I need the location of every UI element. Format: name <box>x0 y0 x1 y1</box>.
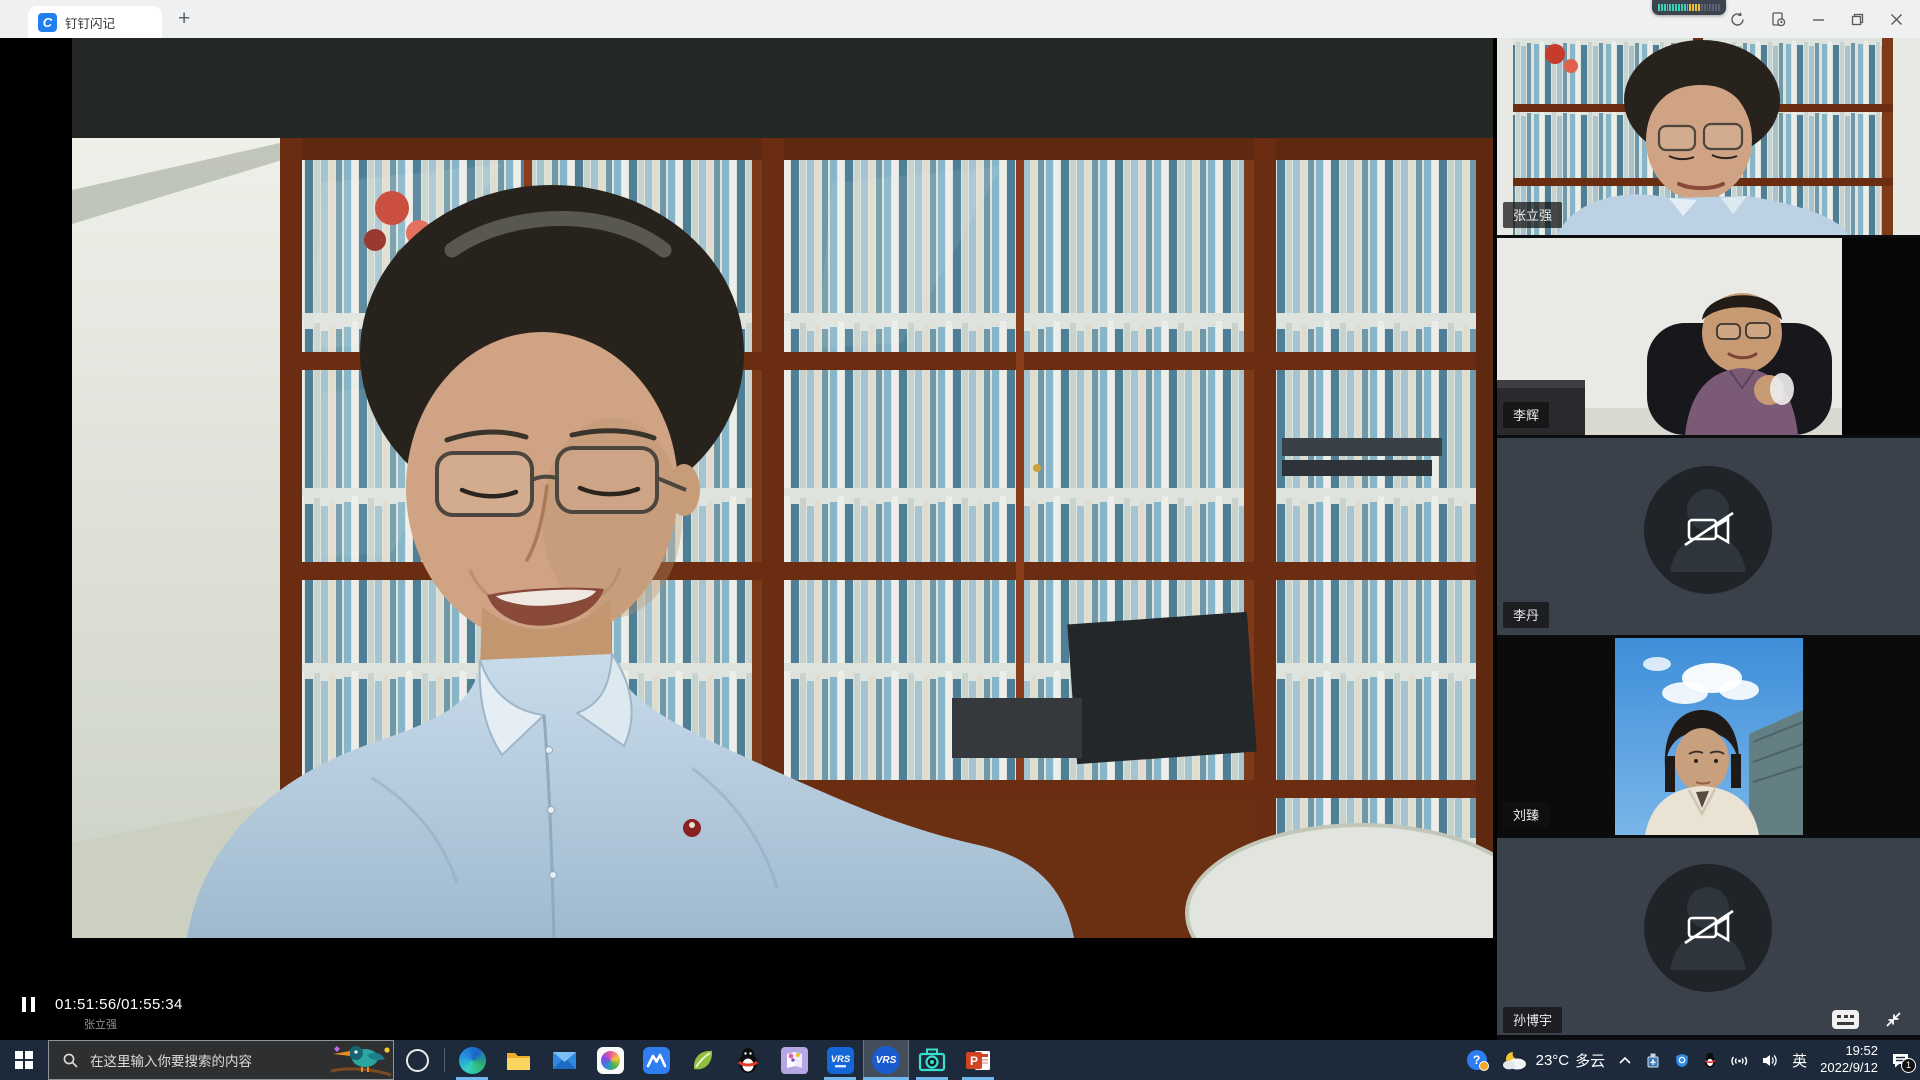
edge-icon <box>459 1047 486 1074</box>
app-gallery[interactable] <box>771 1040 817 1080</box>
signal-icon <box>1730 1053 1748 1068</box>
window-titlebar: C 钉钉闪记 + <box>0 0 1920 38</box>
leaf-icon <box>689 1047 716 1074</box>
collapse-icon[interactable] <box>1883 1009 1904 1030</box>
participant-name-label: 刘臻 <box>1503 802 1549 828</box>
windows-logo-icon <box>15 1051 33 1069</box>
mail-icon <box>551 1047 578 1074</box>
participant-name-label: 孙博宇 <box>1503 1007 1562 1033</box>
dingtalk-flashnote-icon: C <box>38 13 57 32</box>
tab-dingtalk-flashnote[interactable]: C 钉钉闪记 <box>28 6 162 38</box>
vrs-square-icon: VRS <box>827 1047 854 1074</box>
cortana-icon <box>406 1049 429 1072</box>
chevron-up-icon <box>1618 1055 1632 1065</box>
app-mail[interactable] <box>541 1040 587 1080</box>
playback-controls: 01:51:56/01:55:34 张立强 <box>22 996 183 1032</box>
search-placeholder: 在这里输入你要搜索的内容 <box>90 1050 252 1070</box>
svg-text:P: P <box>969 1054 977 1068</box>
weather-condition: 多云 <box>1575 1050 1605 1071</box>
main-video[interactable] <box>72 138 1493 938</box>
app-leaf[interactable] <box>679 1040 725 1080</box>
tray-clock[interactable]: 19:52 2022/9/12 <box>1820 1043 1878 1077</box>
pinwheel-icon <box>597 1047 624 1074</box>
participant-name-label: 李丹 <box>1503 602 1549 628</box>
folder-icon <box>505 1047 532 1074</box>
participant-tile-2[interactable]: 李辉 <box>1497 238 1920 435</box>
gallery-icon <box>781 1047 808 1074</box>
search-input[interactable]: 在这里输入你要搜索的内容 <box>48 1040 394 1080</box>
notification-badge: 1 <box>1901 1058 1916 1073</box>
taskbar-divider <box>444 1048 445 1072</box>
clock-date: 2022/9/12 <box>1820 1060 1878 1077</box>
sync-icon[interactable] <box>1729 11 1746 28</box>
vrs-circle-icon: VRS <box>872 1046 900 1074</box>
participant-sidebar: 张立强 <box>1497 38 1920 1040</box>
tab-title: 钉钉闪记 <box>65 13 115 32</box>
participant-video <box>1497 838 1920 1035</box>
capture-camera-icon <box>918 1047 946 1073</box>
app-qq[interactable] <box>725 1040 771 1080</box>
hidden-icons-chevron[interactable] <box>1618 1055 1632 1065</box>
app-pinwheel[interactable] <box>587 1040 633 1080</box>
pause-button[interactable] <box>22 997 35 1012</box>
participant-tile-4[interactable]: 刘臻 <box>1497 638 1920 835</box>
qq-mini-icon <box>1703 1052 1717 1068</box>
ime-indicator[interactable]: 英 <box>1792 1050 1807 1071</box>
qq-icon <box>735 1047 761 1074</box>
maximize-button[interactable] <box>1850 12 1865 27</box>
start-button[interactable] <box>0 1040 48 1080</box>
usb-icon <box>1645 1052 1661 1069</box>
tray-qq[interactable] <box>1703 1052 1717 1068</box>
new-tab-button[interactable]: + <box>178 6 190 32</box>
participant-video <box>1497 438 1920 635</box>
screen: C 钉钉闪记 + <box>0 0 1920 1080</box>
app-powerpoint[interactable]: P <box>955 1040 1001 1080</box>
shield-icon <box>1674 1052 1690 1069</box>
cortana-button[interactable] <box>394 1040 440 1080</box>
taskbar: 在这里输入你要搜索的内容 <box>0 1040 1920 1080</box>
mountain-icon <box>643 1047 670 1074</box>
caption-icon[interactable] <box>1832 1010 1859 1029</box>
app-file-explorer[interactable] <box>495 1040 541 1080</box>
participant-video <box>1497 238 1920 435</box>
participant-tile-5[interactable]: 孙博宇 <box>1497 838 1920 1035</box>
app-vrs-active[interactable]: VRS <box>863 1040 909 1080</box>
search-highlight-bird <box>329 1041 393 1079</box>
svg-text:VRS: VRS <box>830 1054 850 1065</box>
powerpoint-icon: P <box>965 1047 992 1074</box>
participant-video <box>1497 638 1920 835</box>
tray-signal[interactable] <box>1730 1053 1748 1068</box>
history-icon[interactable] <box>1770 11 1787 28</box>
volume-icon <box>1761 1053 1779 1068</box>
letterbox-top <box>72 38 1493 138</box>
speaker-name-label: 张立强 <box>84 1016 183 1032</box>
close-button[interactable] <box>1889 12 1904 27</box>
participant-tile-3[interactable]: 李丹 <box>1497 438 1920 635</box>
weather-temp: 23°C <box>1536 1052 1570 1069</box>
tray-weather[interactable]: 23°C 多云 <box>1500 1049 1606 1071</box>
playback-time: 01:51:56/01:55:34 <box>55 996 183 1013</box>
tray-help[interactable]: ? <box>1467 1050 1487 1070</box>
app-mountain[interactable] <box>633 1040 679 1080</box>
weather-icon <box>1500 1049 1530 1071</box>
playback-stage: 01:51:56/01:55:34 张立强 <box>0 38 1497 1040</box>
notification-center[interactable]: 1 <box>1891 1052 1910 1069</box>
help-icon: ? <box>1467 1050 1487 1070</box>
tray-usb[interactable] <box>1645 1052 1661 1069</box>
participant-name-label: 李辉 <box>1503 402 1549 428</box>
app-edge[interactable] <box>449 1040 495 1080</box>
app-capture[interactable] <box>909 1040 955 1080</box>
tray-shield[interactable] <box>1674 1052 1690 1069</box>
tray-volume[interactable] <box>1761 1053 1779 1068</box>
clock-time: 19:52 <box>1820 1043 1878 1060</box>
app-vrs-square[interactable]: VRS <box>817 1040 863 1080</box>
audio-level-meter <box>1652 0 1726 15</box>
participant-tile-1[interactable]: 张立强 <box>1497 38 1920 235</box>
minimize-button[interactable] <box>1811 12 1826 27</box>
participant-name-label: 张立强 <box>1503 202 1562 228</box>
search-icon <box>62 1052 79 1069</box>
